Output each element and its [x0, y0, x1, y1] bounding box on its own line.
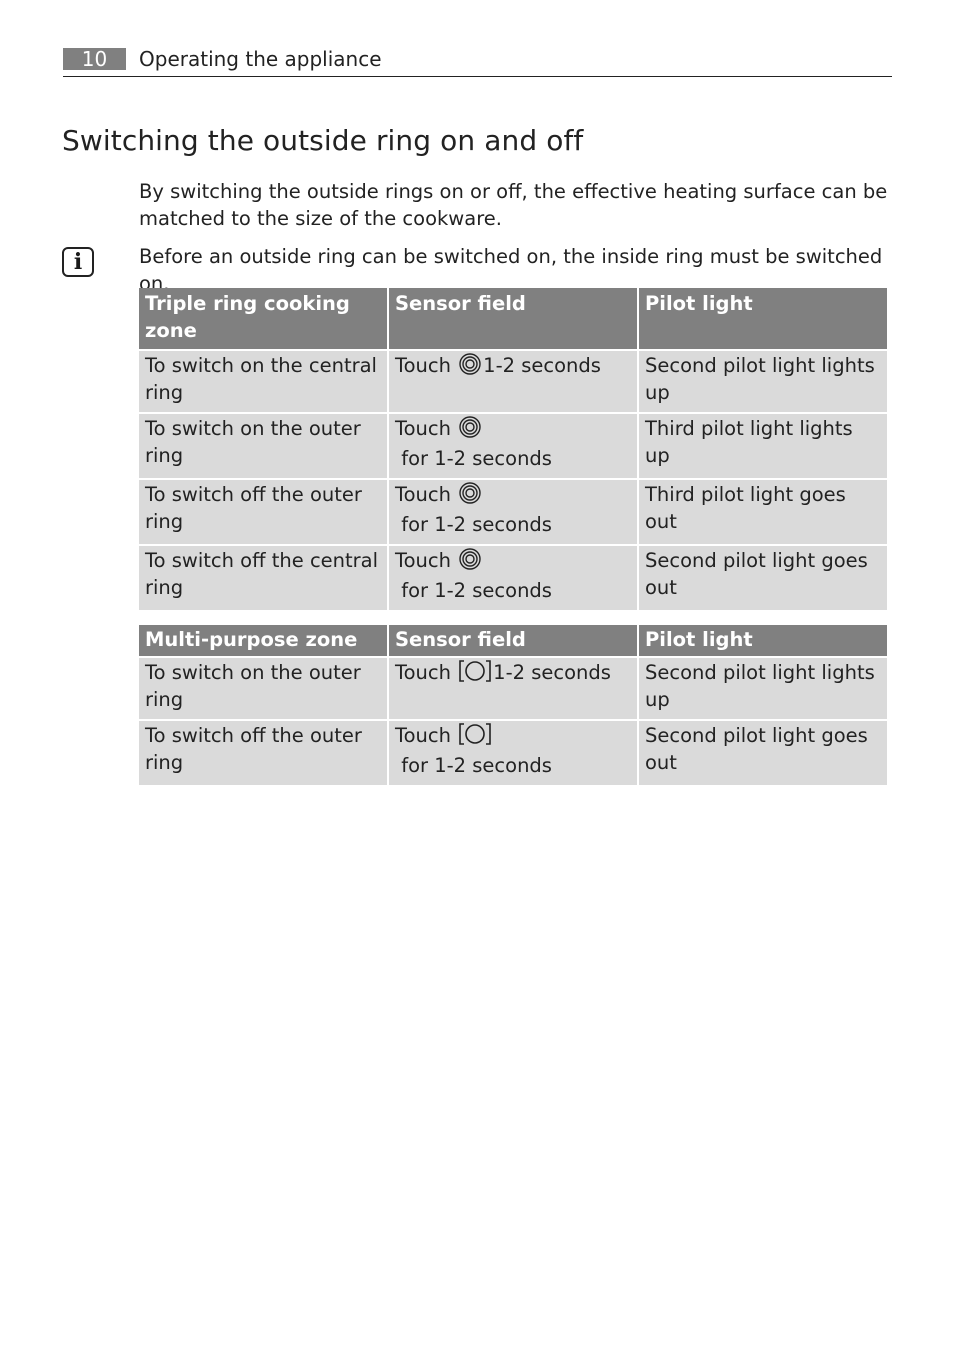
action-cell: To switch on the central ring	[139, 351, 387, 412]
table-row: To switch off the central ring Touch for …	[139, 546, 887, 610]
pilot-light-cell: Third pilot light lights up	[639, 414, 887, 478]
sensor-prefix: Touch	[395, 483, 451, 506]
triple-ring-icon	[459, 482, 481, 511]
action-cell: To switch on the outer ring	[139, 414, 387, 478]
triple-ring-table: Triple ring cooking zone Sensor field Pi…	[137, 286, 889, 612]
pilot-light-cell: Second pilot light lights up	[639, 658, 887, 719]
pilot-light-cell: Second pilot light goes out	[639, 721, 887, 785]
triple-ring-icon	[459, 353, 481, 382]
action-cell: To switch off the outer ring	[139, 480, 387, 544]
sensor-prefix: Touch	[395, 417, 451, 440]
multi-purpose-zone-icon	[459, 723, 491, 752]
page-header: 10 Operating the appliance	[63, 46, 892, 77]
sensor-cell: Touch for 1-2 seconds	[389, 414, 637, 478]
sensor-suffix: 1-2 seconds	[493, 661, 611, 684]
sensor-cell: Touch 1-2 seconds	[389, 351, 637, 412]
section-title: Operating the appliance	[139, 47, 382, 71]
column-header: Pilot light	[639, 288, 887, 349]
column-header: Pilot light	[639, 625, 887, 656]
pilot-light-cell: Third pilot light goes out	[639, 480, 887, 544]
sensor-suffix: for 1-2 seconds	[395, 513, 552, 536]
sensor-prefix: Touch	[395, 549, 451, 572]
intro-paragraph: By switching the outside rings on or off…	[139, 180, 888, 230]
sensor-prefix: Touch	[395, 354, 451, 377]
table-header-row: Multi-purpose zone Sensor field Pilot li…	[139, 625, 887, 656]
pilot-light-cell: Second pilot light goes out	[639, 546, 887, 610]
triple-ring-icon	[459, 416, 481, 445]
table-row: To switch on the outer ring Touch for 1-2…	[139, 414, 887, 478]
sensor-prefix: Touch	[395, 724, 451, 747]
table-row: To switch off the outer ring Touch for 1-…	[139, 480, 887, 544]
action-cell: To switch on the outer ring	[139, 658, 387, 719]
info-icon: i	[62, 247, 94, 277]
pilot-light-cell: Second pilot light lights up	[639, 351, 887, 412]
table-row: To switch off the outer ring Touch for 1-…	[139, 721, 887, 785]
sensor-cell: Touch 1-2 seconds	[389, 658, 637, 719]
table-header-row: Triple ring cooking zone Sensor field Pi…	[139, 288, 887, 349]
sensor-suffix: for 1-2 seconds	[395, 447, 552, 470]
column-header: Sensor field	[389, 625, 637, 656]
multi-purpose-table: Multi-purpose zone Sensor field Pilot li…	[137, 623, 889, 787]
sensor-suffix: for 1-2 seconds	[395, 579, 552, 602]
action-cell: To switch off the central ring	[139, 546, 387, 610]
sensor-cell: Touch for 1-2 seconds	[389, 480, 637, 544]
table-row: To switch on the central ring Touch 1-2 s…	[139, 351, 887, 412]
sensor-prefix: Touch	[395, 661, 451, 684]
sensor-suffix: for 1-2 seconds	[395, 754, 552, 777]
sensor-cell: Touch for 1-2 seconds	[389, 546, 637, 610]
column-header: Sensor field	[389, 288, 637, 349]
sensor-cell: Touch for 1-2 seconds	[389, 721, 637, 785]
column-header: Triple ring cooking zone	[139, 288, 387, 349]
table-row: To switch on the outer ring Touch 1-2 sec…	[139, 658, 887, 719]
triple-ring-icon	[459, 548, 481, 577]
page-number: 10	[63, 48, 126, 70]
column-header: Multi-purpose zone	[139, 625, 387, 656]
action-cell: To switch off the outer ring	[139, 721, 387, 785]
sensor-suffix: 1-2 seconds	[483, 354, 601, 377]
page-title: Switching the outside ring on and off	[62, 124, 584, 157]
multi-purpose-zone-icon	[459, 660, 491, 689]
